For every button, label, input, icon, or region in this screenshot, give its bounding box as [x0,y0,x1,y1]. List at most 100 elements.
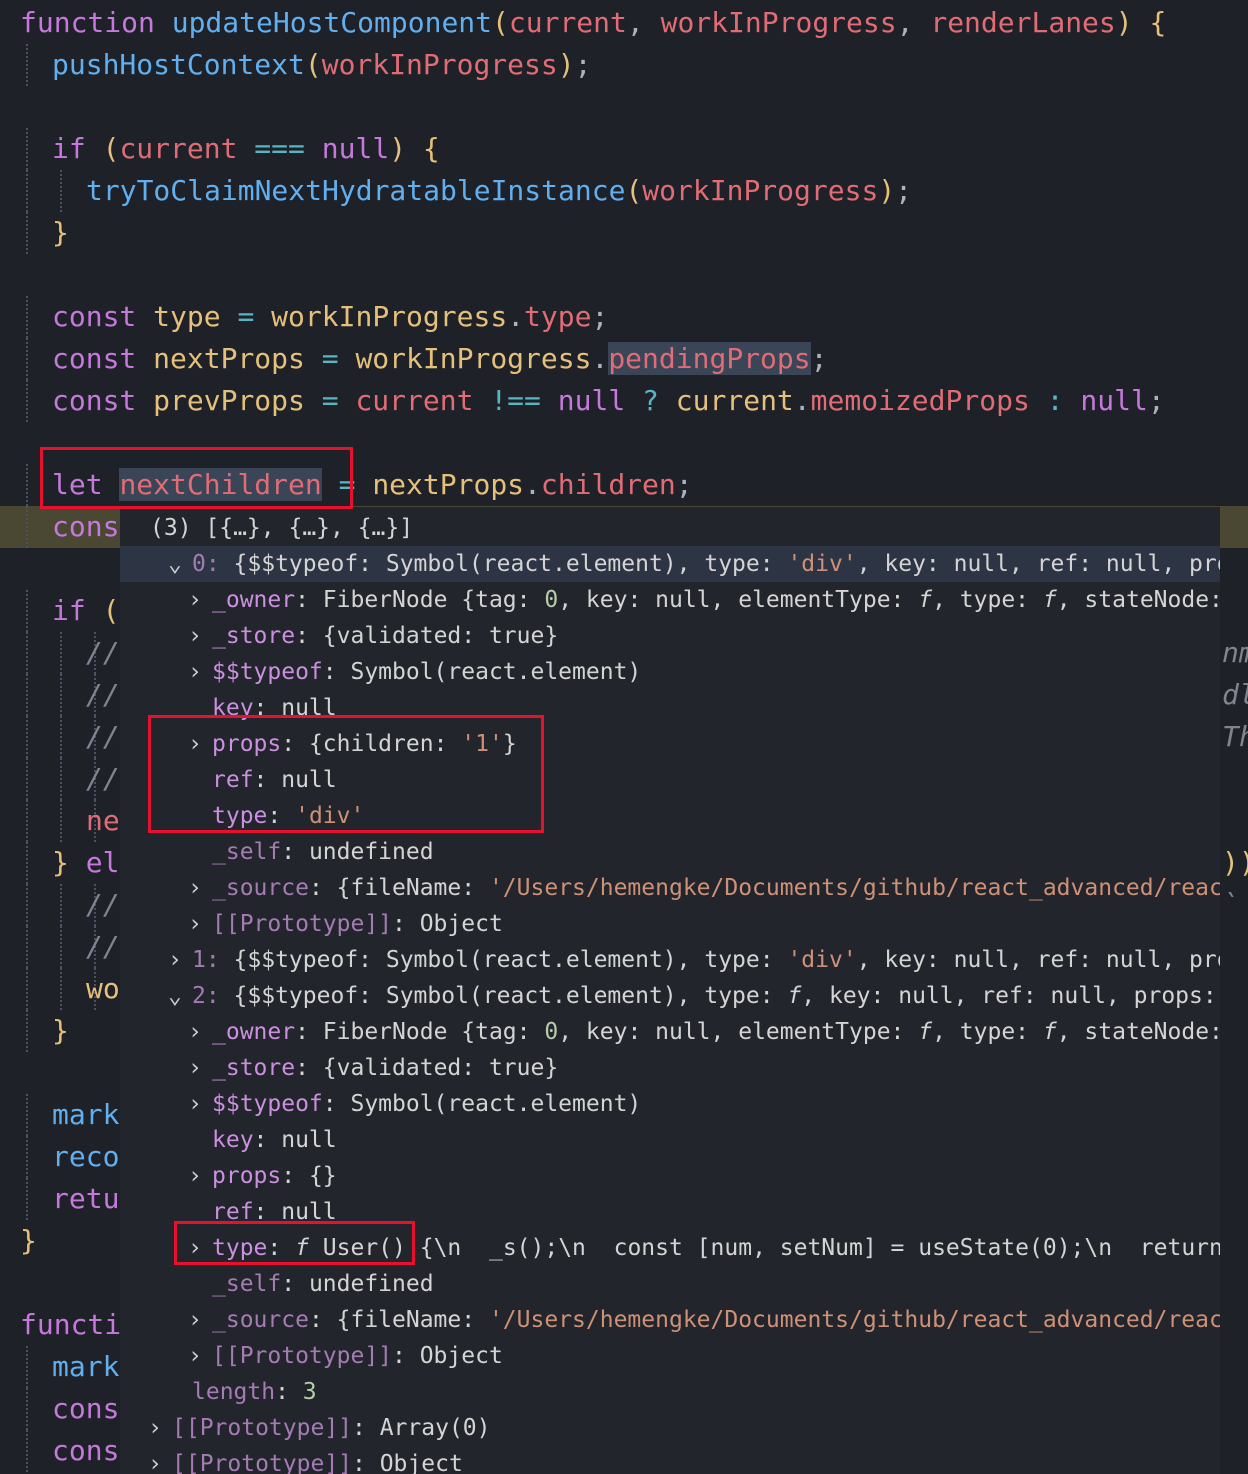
tree-row-text: [[Prototype]]: Object [212,906,503,942]
collapsed-chevron-icon[interactable]: › [188,1086,202,1122]
expanded-chevron-icon[interactable]: ⌄ [168,978,182,1014]
tree-row[interactable]: › $$typeof: Symbol(react.element) [120,1086,1220,1122]
code-line[interactable] [0,254,1248,296]
tree-token: f [918,1019,933,1045]
code-token: { [1149,6,1167,39]
code-line[interactable]: } [0,212,1248,254]
code-token: renderLanes [930,6,1116,39]
code-token: nextProps [153,342,305,375]
tree-row[interactable]: › _source: {fileName: '/Users/hemengke/Do… [120,1302,1220,1338]
indent-guide [26,380,30,422]
collapsed-chevron-icon[interactable]: › [188,906,202,942]
tree-token: 'div' [295,803,365,829]
collapsed-chevron-icon[interactable]: › [188,1014,202,1050]
tree-token: : null [253,1127,337,1153]
collapsed-chevron-icon[interactable]: › [188,618,202,654]
code-token: ; [675,468,693,501]
code-text: const prevProps = current !== null ? cur… [52,380,1165,422]
code-token: let [52,468,120,501]
code-line[interactable]: function updateHostComponent(current, wo… [0,2,1248,44]
code-token: . [591,342,609,375]
code-line[interactable] [0,422,1248,464]
code-line[interactable]: if (current === null) { [0,128,1248,170]
tree-row[interactable]: › props: {children: '1'} [120,726,1220,762]
tree-row[interactable]: length: 3 [120,1374,1220,1410]
collapsed-chevron-icon[interactable]: › [188,870,202,906]
tree-row[interactable]: › [[Prototype]]: Object [120,1446,1220,1474]
code-token: children [540,468,676,501]
collapsed-chevron-icon[interactable]: › [188,1302,202,1338]
hover-header: (3) [{…}, {…}, {…}] [150,515,414,541]
collapsed-chevron-icon[interactable]: › [188,1050,202,1086]
indent-guide [26,926,30,968]
tree-token: : FiberNode {tag: [295,1019,545,1045]
code-token: ne [86,804,120,837]
code-token: null [1080,384,1148,417]
code-text: const type = workInProgress.type; [52,296,608,338]
tree-row[interactable]: ref: null [120,762,1220,798]
code-token: current [355,384,474,417]
tree-row-text: props: {children: '1'} [212,726,517,762]
tree-token: , stateNode: nul [1056,1019,1220,1045]
tree-row[interactable]: › 1: {$$typeof: Symbol(react.element), ty… [120,942,1220,978]
collapsed-chevron-icon[interactable]: › [188,582,202,618]
code-line[interactable]: const nextProps = workInProgress.pending… [0,338,1248,380]
tree-row[interactable]: › $$typeof: Symbol(react.element) [120,654,1220,690]
tree-row[interactable]: ⌄ 2: {$$typeof: Symbol(react.element), ty… [120,978,1220,1014]
collapsed-chevron-icon[interactable]: › [188,1338,202,1374]
code-token: if [52,594,103,627]
collapsed-chevron-icon[interactable]: › [188,1158,202,1194]
code-line[interactable]: pushHostContext(workInProgress); [0,44,1248,86]
tree-row[interactable]: › _store: {validated: true} [120,1050,1220,1086]
tree-row[interactable]: ⌄ 0: {$$typeof: Symbol(react.element), ty… [120,546,1220,582]
code-line[interactable]: let nextChildren = nextProps.children; [0,464,1248,506]
tree-row[interactable]: › _owner: FiberNode {tag: 0, key: null, e… [120,582,1220,618]
tree-row[interactable]: › _owner: FiberNode {tag: 0, key: null, e… [120,1014,1220,1050]
collapsed-chevron-icon[interactable]: › [148,1410,162,1446]
code-token: . [524,468,541,501]
code-text: if ( [52,590,119,632]
tree-row[interactable]: type: 'div' [120,798,1220,834]
tree-token: : [267,803,296,829]
code-line[interactable]: tryToClaimNextHydratableInstance(workInP… [0,170,1248,212]
code-token: } [52,846,69,879]
code-text: retu [52,1178,119,1220]
tree-row[interactable]: › type: f User() {\n _s();\n const [num, … [120,1230,1220,1266]
tree-row[interactable]: key: null [120,1122,1220,1158]
code-text: cons [52,1388,119,1430]
collapsed-chevron-icon[interactable]: › [148,1446,162,1474]
tree-row[interactable]: › _store: {validated: true} [120,618,1220,654]
collapsed-chevron-icon[interactable]: › [188,726,202,762]
code-fragment: The [1222,716,1248,758]
tree-token: 'div' [787,947,857,973]
code-line[interactable] [0,86,1248,128]
tree-row[interactable]: _self: undefined [120,834,1220,870]
code-line[interactable]: const type = workInProgress.type; [0,296,1248,338]
code-fragment: )) [1222,842,1248,884]
tree-row[interactable]: key: null [120,690,1220,726]
tree-token: : undefined [281,839,434,865]
expanded-chevron-icon[interactable]: ⌄ [168,546,182,582]
tree-row-text: _self: undefined [212,1266,434,1302]
tree-row[interactable]: › [[Prototype]]: Object [120,1338,1220,1374]
collapsed-chevron-icon[interactable]: › [168,942,182,978]
tree-row[interactable]: › [[Prototype]]: Array(0) [120,1410,1220,1446]
code-token: null [321,132,390,165]
indent-guide [60,632,64,674]
tree-token: '/Users/hemengke/Documents/github/react_… [488,1307,1220,1333]
tree-row[interactable]: › [[Prototype]]: Object [120,906,1220,942]
debug-hover-popup[interactable]: (3) [{…}, {…}, {…}] ⌄ 0: {$$typeof: Symbo… [120,507,1220,1474]
collapsed-chevron-icon[interactable]: › [188,654,202,690]
tree-token: : [267,1235,296,1261]
code-text: cons [52,506,119,548]
tree-token: , key: null, elementType: [558,587,919,613]
tree-row[interactable]: › _source: {fileName: '/Users/hemengke/Do… [120,870,1220,906]
tree-row[interactable]: _self: undefined [120,1266,1220,1302]
code-token: ) [389,132,407,165]
code-line[interactable]: const prevProps = current !== null ? cur… [0,380,1248,422]
collapsed-chevron-icon[interactable]: › [188,1230,202,1266]
tree-row[interactable]: › props: {} [120,1158,1220,1194]
tree-row[interactable]: ref: null [120,1194,1220,1230]
indent-guide [60,884,64,926]
